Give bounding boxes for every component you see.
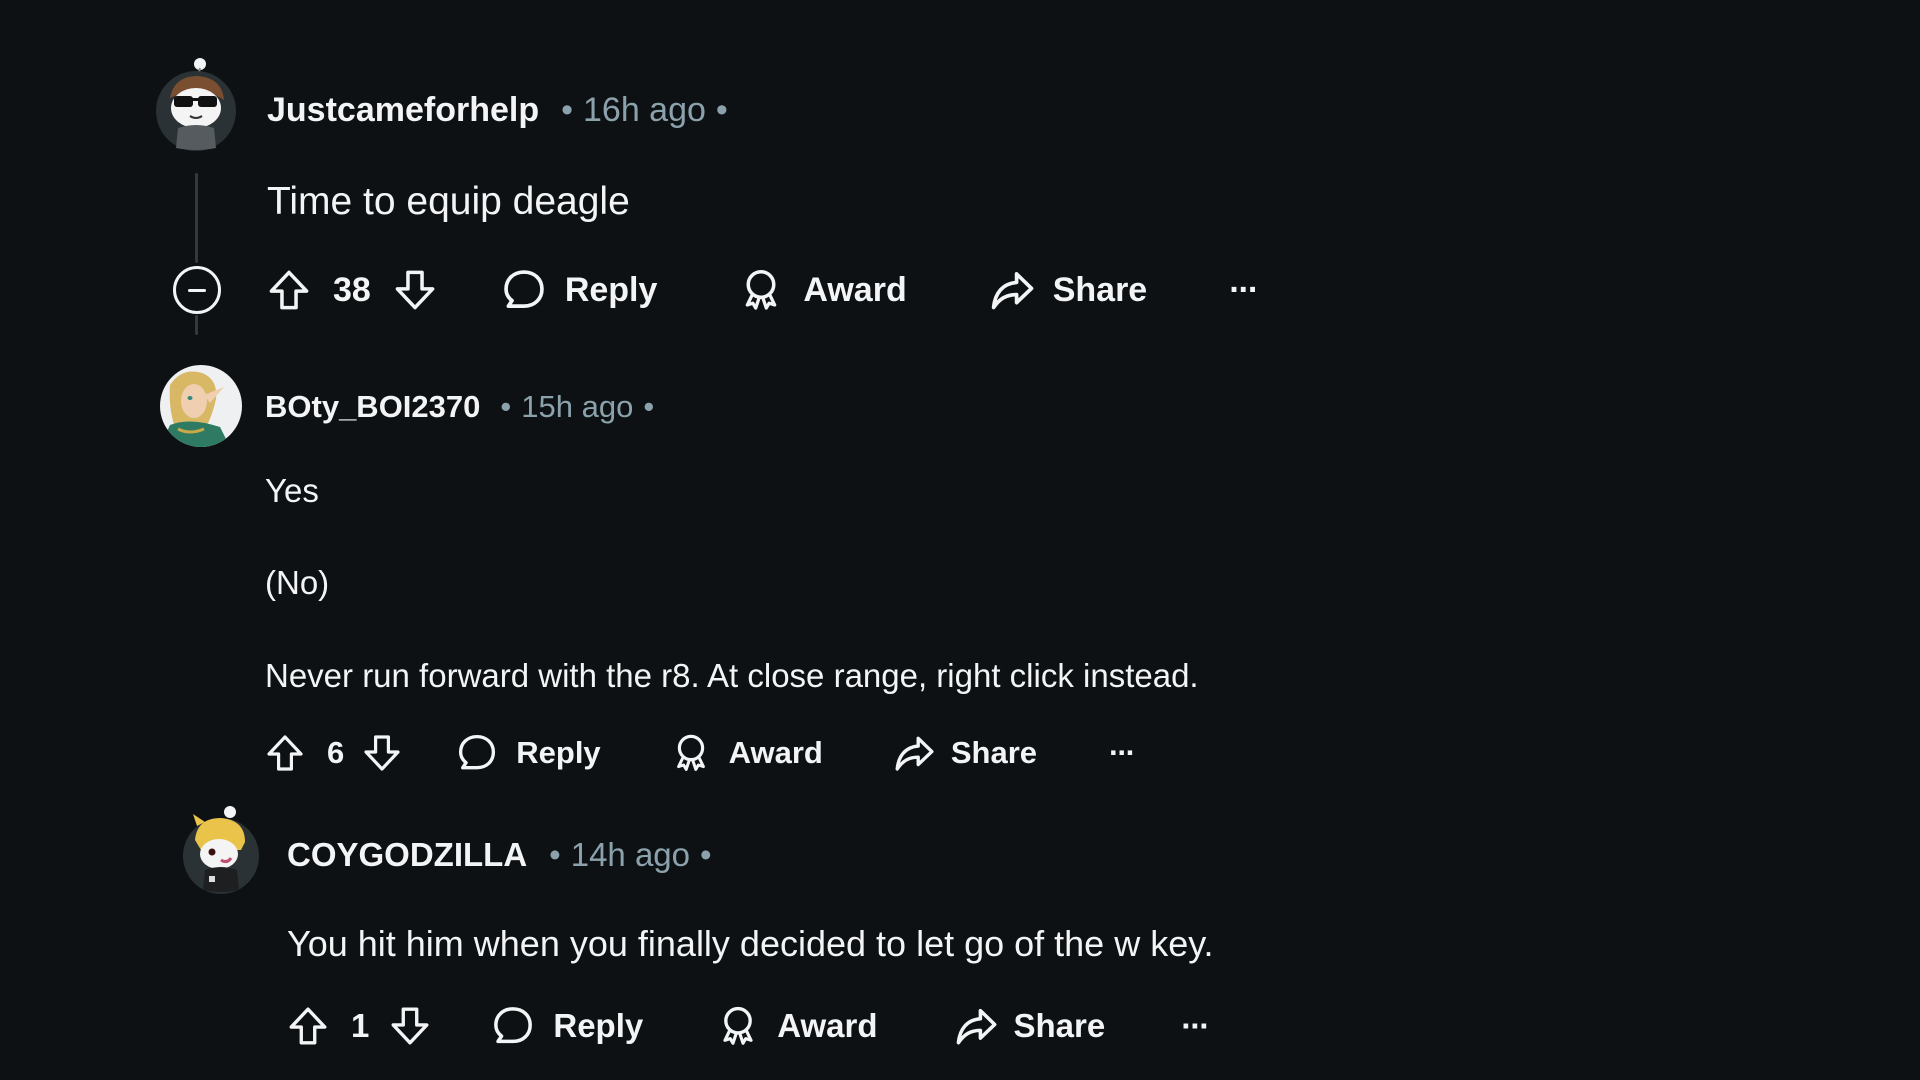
reply-button[interactable]: Reply: [456, 732, 601, 774]
meta-separator: •: [643, 389, 655, 424]
downvote-button[interactable]: [389, 1005, 431, 1047]
snoo-avatar-icon: [183, 806, 259, 894]
upvote-button[interactable]: [267, 268, 311, 312]
timestamp[interactable]: 14h ago: [571, 836, 690, 874]
comment-meta: COYGODZILLA • 14h ago •: [287, 834, 722, 876]
avatar[interactable]: [183, 804, 261, 894]
more-options-button[interactable]: ···: [1109, 735, 1136, 771]
upvote-button[interactable]: [265, 733, 305, 773]
share-icon: [989, 267, 1035, 313]
award-icon: [717, 1005, 759, 1047]
comment-actions: 6 Reply Award Share ···: [265, 732, 1136, 774]
award-label: Award: [803, 270, 907, 309]
more-options-button[interactable]: ···: [1229, 270, 1259, 310]
comment-meta: Justcameforhelp • 16h ago •: [267, 89, 738, 131]
vote-score: 1: [351, 1007, 370, 1044]
meta-separator: •: [715, 90, 728, 129]
comment-body-line: (No): [265, 564, 330, 601]
share-button[interactable]: Share: [954, 1004, 1106, 1048]
share-label: Share: [950, 735, 1038, 770]
downvote-icon: [389, 1005, 431, 1047]
snoo-avatar-icon: [156, 58, 236, 151]
ellipsis-icon: ···: [1229, 270, 1259, 309]
ellipsis-icon: ···: [1109, 735, 1136, 770]
reply-button[interactable]: Reply: [491, 1004, 643, 1048]
share-button[interactable]: Share: [893, 732, 1037, 774]
award-icon: [671, 733, 711, 773]
avatar[interactable]: [156, 56, 238, 152]
downvote-icon: [393, 268, 437, 312]
elf-portrait-avatar-icon: [160, 365, 242, 447]
reply-label: Reply: [564, 270, 658, 309]
comment-body-line: Yes: [265, 472, 319, 509]
username[interactable]: Justcameforhelp: [267, 91, 539, 130]
share-icon: [954, 1004, 998, 1048]
minus-icon: [188, 288, 206, 292]
award-button[interactable]: Award: [671, 733, 823, 773]
award-icon: [739, 268, 783, 312]
username[interactable]: COYGODZILLA: [287, 836, 527, 874]
downvote-button[interactable]: [393, 268, 437, 312]
thread-line[interactable]: [195, 315, 198, 335]
share-icon: [893, 732, 935, 774]
timestamp[interactable]: 15h ago: [521, 389, 633, 425]
ellipsis-icon: ···: [1181, 1007, 1210, 1044]
comment-actions: 38 Reply Award Share ···: [267, 267, 1259, 313]
award-button[interactable]: Award: [717, 1005, 878, 1047]
share-label: Share: [1052, 270, 1148, 309]
upvote-icon: [267, 268, 311, 312]
award-label: Award: [777, 1007, 878, 1044]
award-label: Award: [728, 735, 823, 770]
username[interactable]: BOty_BOI2370: [265, 389, 480, 425]
share-label: Share: [1013, 1007, 1106, 1044]
more-options-button[interactable]: ···: [1181, 1007, 1210, 1045]
comment-bubble-icon: [501, 267, 547, 313]
comment-body: Time to equip deagle: [267, 180, 630, 223]
comment-body-line: Never run forward with the r8. At close …: [265, 657, 1199, 694]
downvote-button[interactable]: [362, 733, 402, 773]
meta-separator: •: [500, 389, 512, 424]
meta-separator: •: [549, 836, 561, 873]
reply-label: Reply: [516, 735, 601, 770]
upvote-icon: [287, 1005, 329, 1047]
upvote-icon: [265, 733, 305, 773]
collapse-thread-button[interactable]: [173, 266, 221, 314]
comment-actions: 1 Reply Award Share ···: [287, 1004, 1210, 1048]
reply-label: Reply: [553, 1007, 644, 1044]
comment-meta: BOty_BOI2370 • 15h ago •: [265, 387, 664, 427]
vote-score: 38: [333, 270, 371, 309]
downvote-icon: [362, 733, 402, 773]
meta-separator: •: [561, 90, 573, 129]
avatar[interactable]: [160, 365, 242, 447]
reply-button[interactable]: Reply: [501, 267, 658, 313]
meta-separator: •: [700, 836, 712, 873]
thread-line[interactable]: [195, 173, 198, 263]
award-button[interactable]: Award: [739, 268, 907, 312]
share-button[interactable]: Share: [989, 267, 1148, 313]
comment-bubble-icon: [456, 732, 498, 774]
comment-body: You hit him when you finally decided to …: [287, 923, 1214, 964]
comment-bubble-icon: [491, 1004, 535, 1048]
upvote-button[interactable]: [287, 1005, 329, 1047]
vote-score: 6: [327, 735, 345, 770]
timestamp[interactable]: 16h ago: [583, 91, 706, 130]
